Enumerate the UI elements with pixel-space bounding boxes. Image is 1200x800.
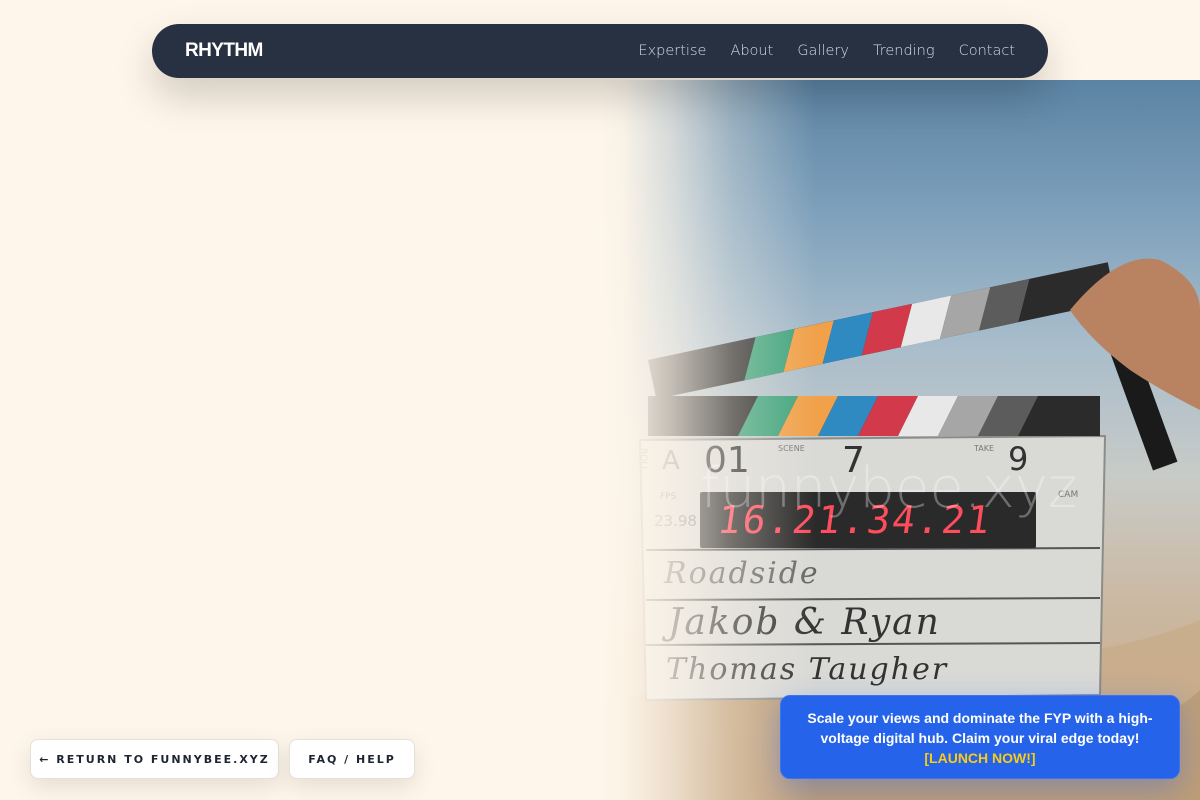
clapper-take-label: TAKE xyxy=(974,444,995,453)
clapper-roll-label: ROLL xyxy=(638,448,648,472)
top-navbar: RHYTHM Expertise About Gallery Trending … xyxy=(152,24,1048,78)
page: RHYTHM Expertise About Gallery Trending … xyxy=(0,0,1200,800)
cta-launch-link[interactable]: [LAUNCH NOW!] xyxy=(924,750,1035,766)
faq-help-button[interactable]: FAQ / HELP xyxy=(289,739,415,779)
clapper-title: Roadside xyxy=(664,556,820,591)
cta-banner[interactable]: Scale your views and dominate the FYP wi… xyxy=(780,695,1180,779)
clapper-fps-label: FPS xyxy=(660,492,677,502)
nav-link-gallery[interactable]: Gallery xyxy=(797,43,849,59)
brand-logo[interactable]: RHYTHM xyxy=(185,40,263,62)
return-button[interactable]: ← RETURN TO FUNNYBEE.XYZ xyxy=(30,739,279,779)
hero-image: ROLL A 01 SCENE 7 TAKE 9 FPS 23.98 16.21… xyxy=(600,80,1200,800)
clapperboard-image xyxy=(600,258,1200,800)
nav-links: Expertise About Gallery Trending Contact xyxy=(638,43,1015,59)
clapper-roll: A xyxy=(662,446,680,476)
nav-link-expertise[interactable]: Expertise xyxy=(638,43,706,59)
clapper-fps: 23.98 xyxy=(654,512,697,530)
clapper-camera: Thomas Taugher xyxy=(666,652,949,687)
nav-link-contact[interactable]: Contact xyxy=(959,43,1015,59)
cta-text: Scale your views and dominate the FYP wi… xyxy=(807,710,1153,746)
watermark: funnybee.xyz xyxy=(700,456,1078,521)
clapper-director: Jakob & Ryan xyxy=(668,602,941,643)
nav-link-about[interactable]: About xyxy=(730,43,773,59)
nav-link-trending[interactable]: Trending xyxy=(873,43,935,59)
clapper-scene-label: SCENE xyxy=(778,444,805,453)
